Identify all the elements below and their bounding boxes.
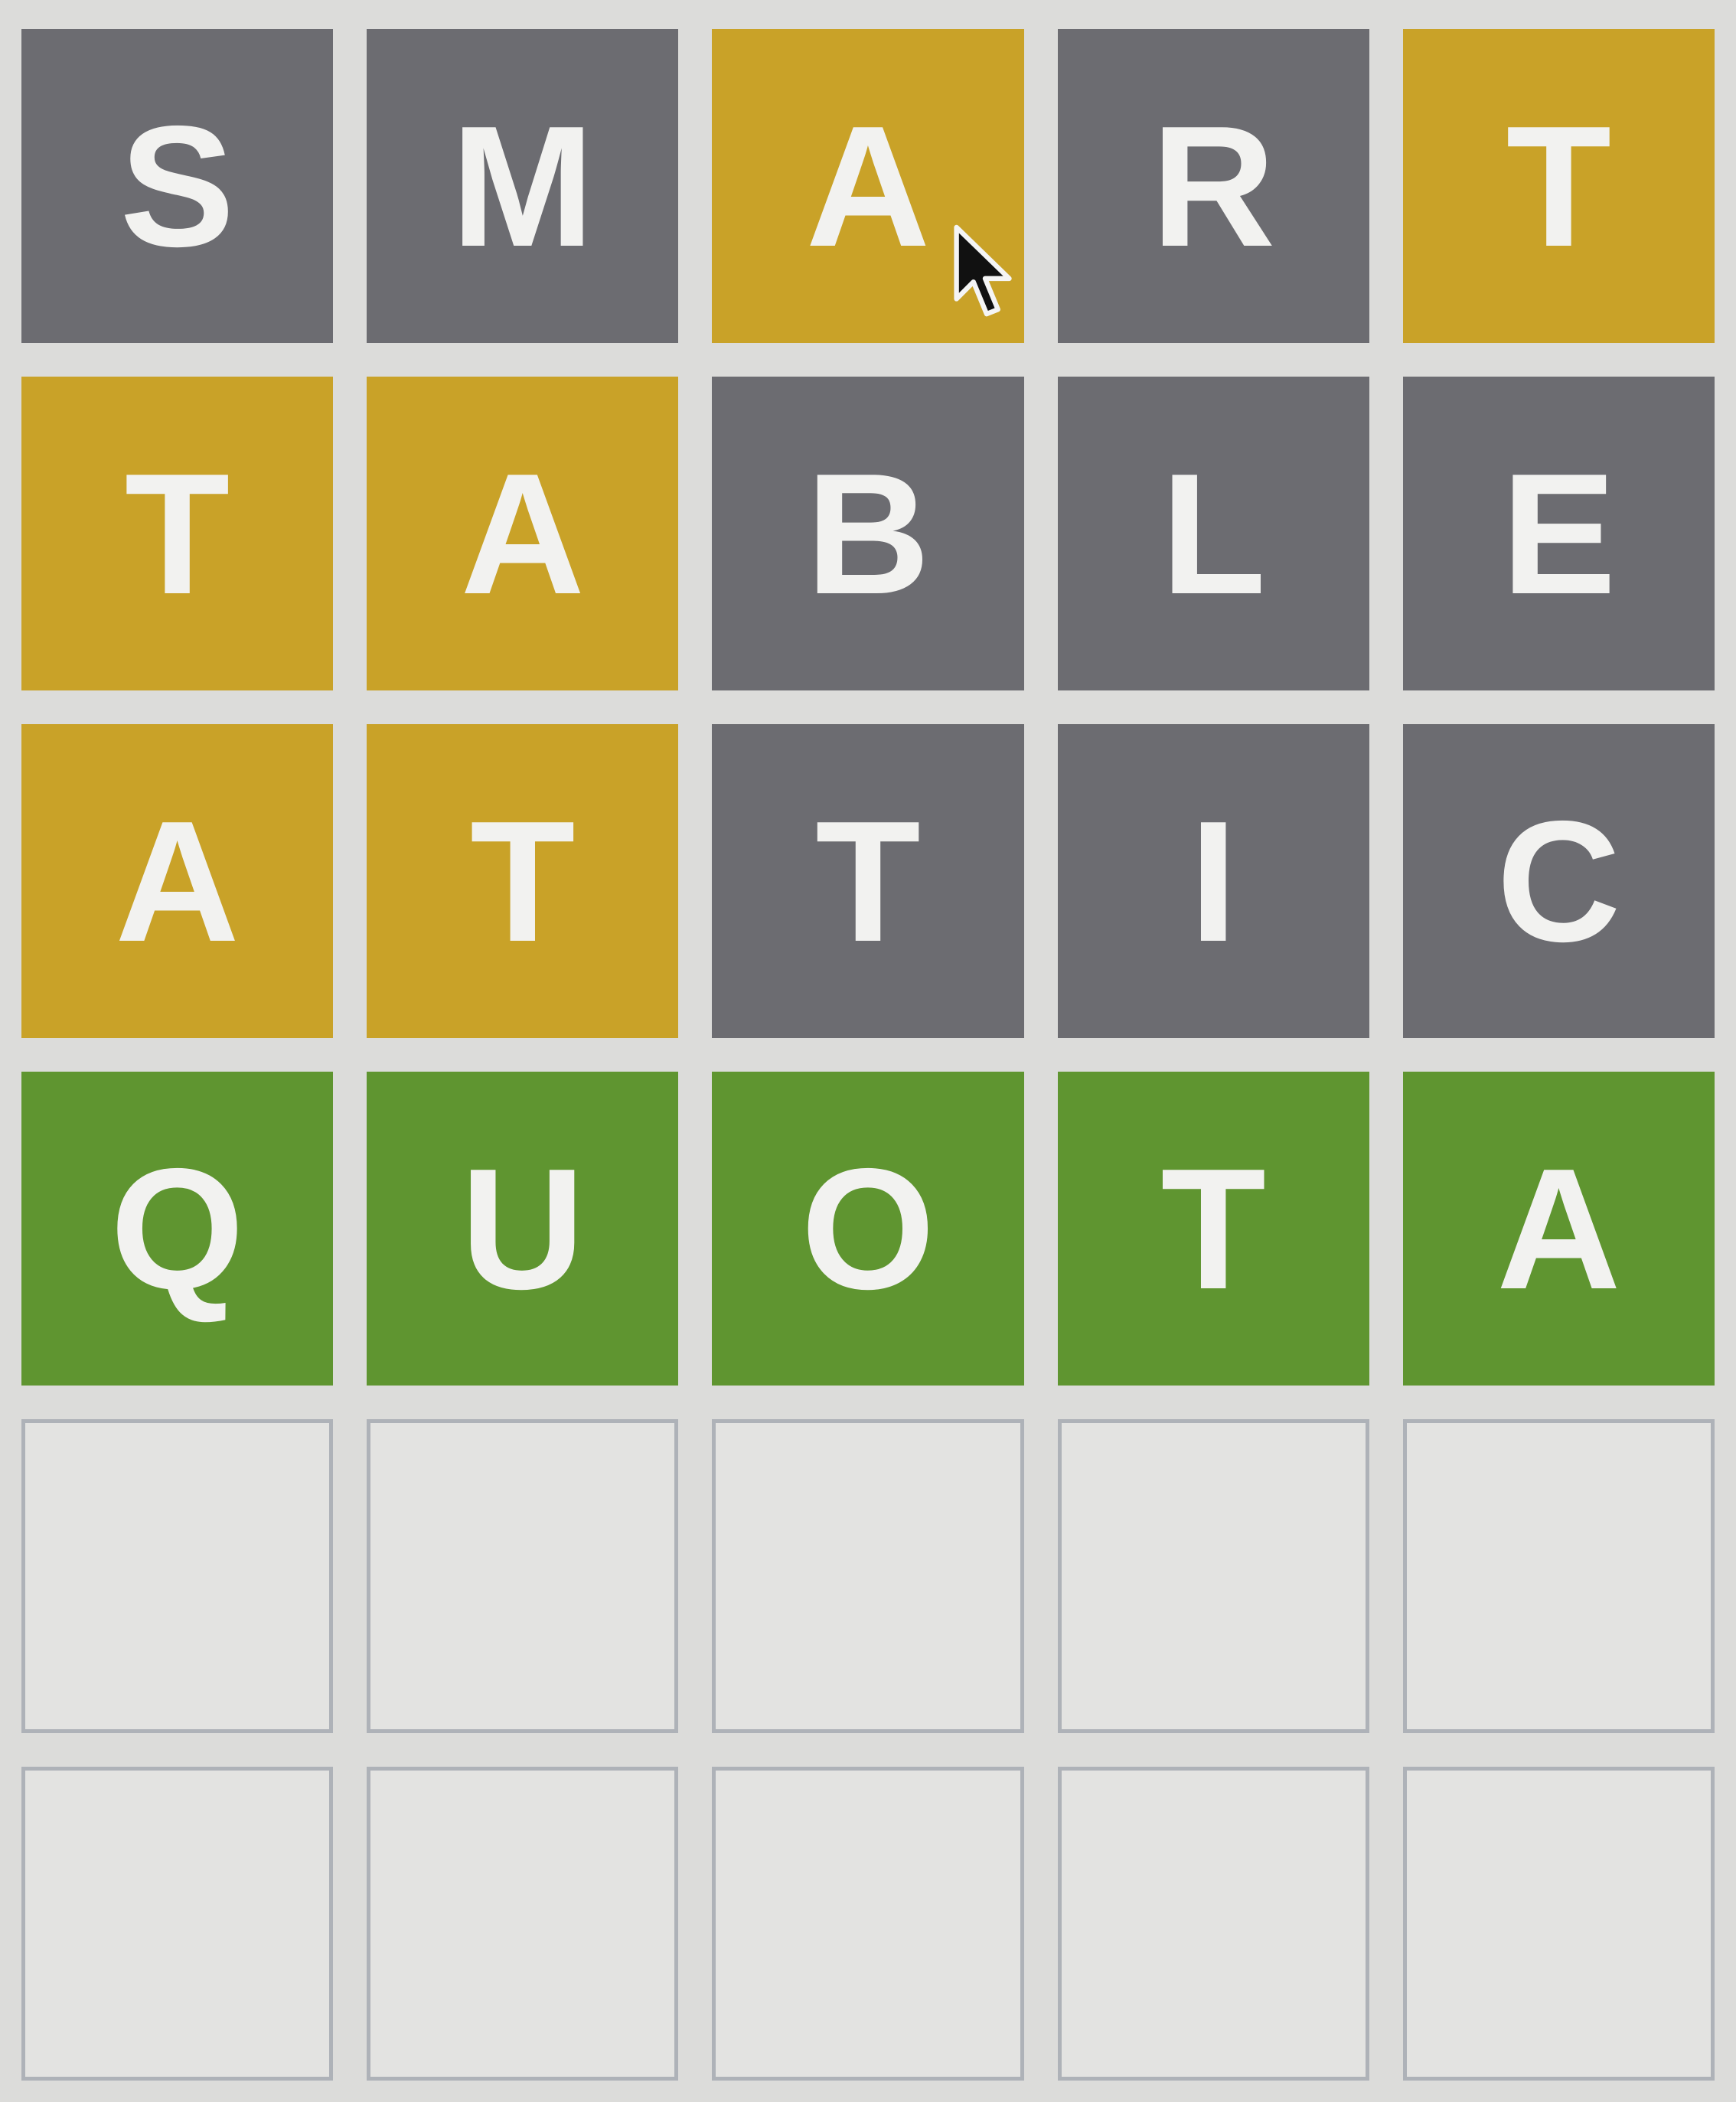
tile-r2-c4: L bbox=[1057, 377, 1369, 690]
tile-r6-c2 bbox=[367, 1767, 679, 2081]
tile-r5-c4 bbox=[1057, 1419, 1369, 1733]
tile-r1-c4: R bbox=[1057, 29, 1369, 343]
tile-r5-c2 bbox=[367, 1419, 679, 1733]
game-board: S M A R T T A B L E A T T I C Q U O T A bbox=[21, 29, 1715, 2081]
tile-r1-c2: M bbox=[367, 29, 679, 343]
tile-r1-c5: T bbox=[1402, 29, 1715, 343]
tile-r5-c5 bbox=[1402, 1419, 1715, 1733]
tile-r4-c1: Q bbox=[21, 1072, 334, 1386]
tile-r6-c1 bbox=[21, 1767, 334, 2081]
tile-r1-c1: S bbox=[21, 29, 334, 343]
tile-r2-c5: E bbox=[1402, 377, 1715, 690]
tile-r6-c4 bbox=[1057, 1767, 1369, 2081]
mouse-pointer-icon bbox=[954, 224, 1012, 317]
tile-r3-c2: T bbox=[367, 724, 679, 1038]
tile-r4-c2: U bbox=[367, 1072, 679, 1386]
tile-r5-c1 bbox=[21, 1419, 334, 1733]
tile-r5-c3 bbox=[712, 1419, 1024, 1733]
tile-r2-c2: A bbox=[367, 377, 679, 690]
tile-r4-c4: T bbox=[1057, 1072, 1369, 1386]
tile-r4-c3: O bbox=[712, 1072, 1024, 1386]
tile-r2-c1: T bbox=[21, 377, 334, 690]
tile-r3-c3: T bbox=[712, 724, 1024, 1038]
tile-r3-c4: I bbox=[1057, 724, 1369, 1038]
tile-r3-c5: C bbox=[1402, 724, 1715, 1038]
tile-r3-c1: A bbox=[21, 724, 334, 1038]
tile-r6-c5 bbox=[1402, 1767, 1715, 2081]
tile-r6-c3 bbox=[712, 1767, 1024, 2081]
tile-r2-c3: B bbox=[712, 377, 1024, 690]
tile-r4-c5: A bbox=[1402, 1072, 1715, 1386]
